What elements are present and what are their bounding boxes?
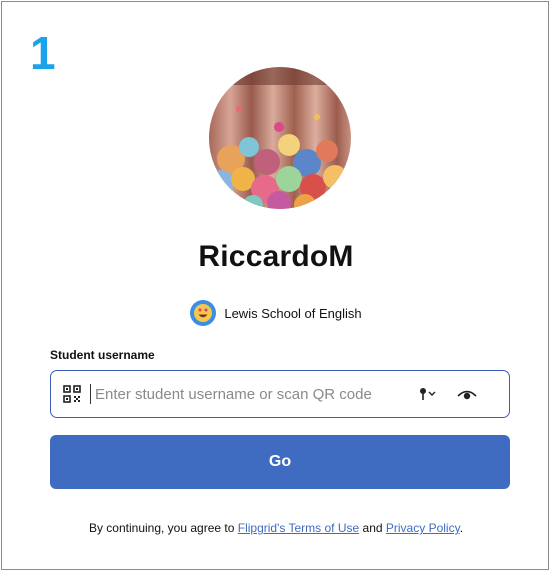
qr-code-icon[interactable] [63,385,81,403]
smiley-face-icon [190,300,217,326]
username-heading: RiccardoM [198,240,354,273]
legal-notice: By continuing, you agree to Flipgrid's T… [0,521,552,535]
go-button[interactable]: Go [50,435,510,489]
privacy-policy-link[interactable]: Privacy Policy [386,521,460,535]
legal-prefix: By continuing, you agree to [88,521,235,535]
key-dropdown-icon[interactable] [419,387,439,401]
username-field-label: Student username [50,348,155,362]
legal-connector: and [362,521,383,535]
step-number: 1 [30,27,56,79]
username-input[interactable] [93,384,419,404]
balloons-photo-icon [209,67,351,209]
school-name: Lewis School of English [224,305,362,321]
username-field[interactable] [50,370,510,418]
eye-icon[interactable] [457,387,477,401]
text-caret [90,384,91,404]
school-row: Lewis School of English [0,300,552,326]
avatar [209,67,351,209]
legal-suffix: . [459,521,464,535]
terms-of-use-link[interactable]: Flipgrid's Terms of Use [238,521,359,535]
